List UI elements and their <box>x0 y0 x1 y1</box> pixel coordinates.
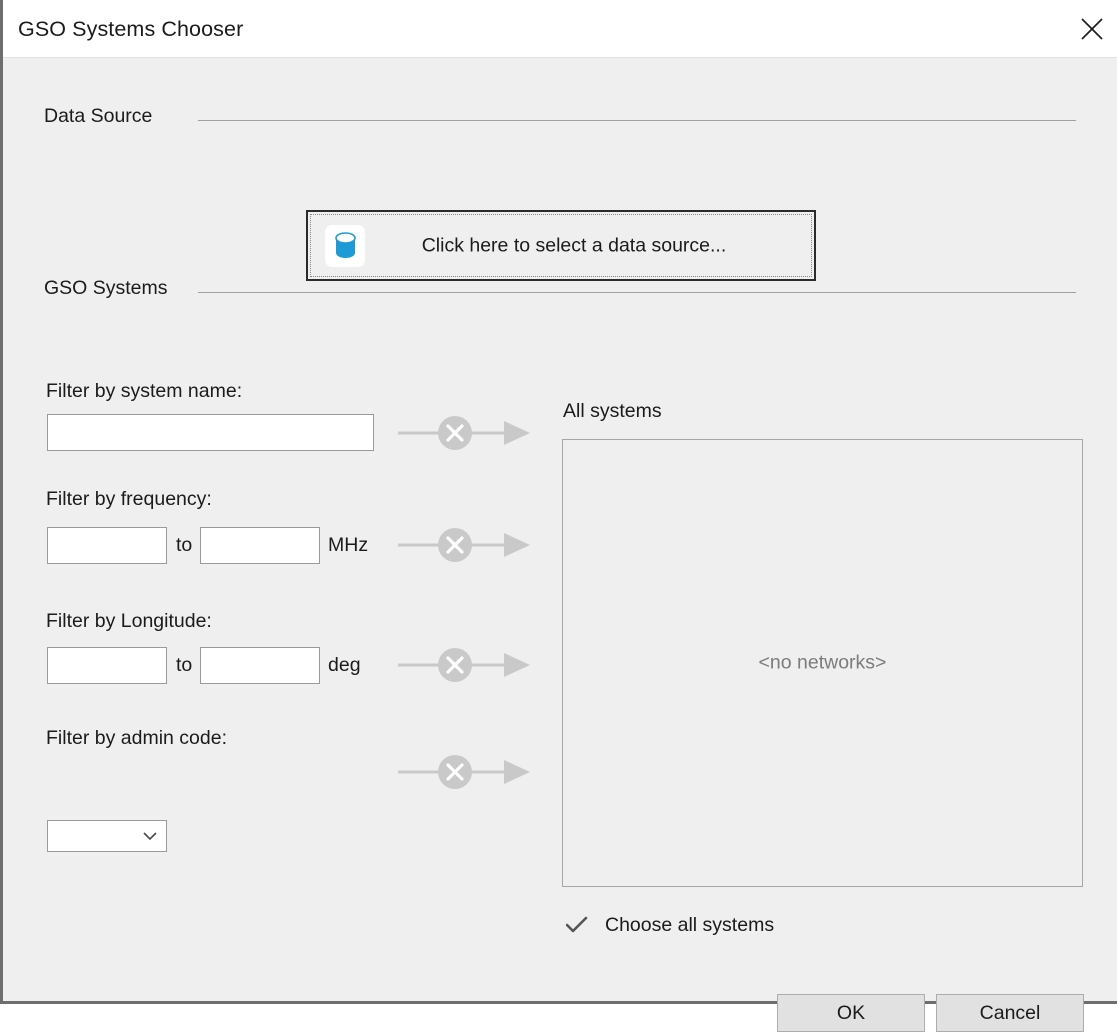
close-icon <box>1079 16 1105 42</box>
filter-longitude-from-input[interactable] <box>47 647 167 684</box>
filter-frequency-from-input[interactable] <box>47 527 167 564</box>
apply-filter-arrow-icon <box>398 413 531 453</box>
cancel-button[interactable]: Cancel <box>936 994 1084 1032</box>
dialog-window: GSO Systems Chooser Data Source Click he… <box>0 0 1117 1032</box>
dialog-body: Data Source Click here to select a data … <box>6 58 1117 1032</box>
apply-filter-longitude-button[interactable] <box>398 645 531 685</box>
chevron-down-icon <box>142 821 158 851</box>
filter-longitude-to-input[interactable] <box>200 647 320 684</box>
all-systems-listbox[interactable]: <no networks> <box>562 439 1083 887</box>
choose-all-systems-label: Choose all systems <box>605 913 775 936</box>
focus-ring: Click here to select a data source... <box>310 214 812 277</box>
apply-filter-system-name-button[interactable] <box>398 413 531 453</box>
close-button[interactable] <box>1063 0 1117 57</box>
ok-button[interactable]: OK <box>777 994 925 1032</box>
filter-admin-code-combo[interactable] <box>47 820 167 852</box>
apply-filter-arrow-icon <box>398 525 531 565</box>
group-rule-data-source <box>198 120 1076 121</box>
filter-longitude-label: Filter by Longitude: <box>46 610 212 632</box>
data-source-button[interactable]: Click here to select a data source... <box>306 210 816 281</box>
title-bar: GSO Systems Chooser <box>3 0 1117 58</box>
choose-all-systems-checkbox[interactable]: Choose all systems <box>566 909 774 941</box>
filter-longitude-to-label: to <box>176 654 193 676</box>
filter-frequency-to-label: to <box>176 534 193 556</box>
group-header-gso-systems: GSO Systems <box>44 277 168 299</box>
filter-frequency-unit: MHz <box>328 534 369 556</box>
filter-frequency-label: Filter by frequency: <box>46 488 212 510</box>
all-systems-label: All systems <box>563 400 662 422</box>
apply-filter-admin-code-button[interactable] <box>398 752 531 792</box>
checkmark-icon <box>566 916 592 934</box>
filter-admin-code-label: Filter by admin code: <box>46 727 227 749</box>
apply-filter-frequency-button[interactable] <box>398 525 531 565</box>
filter-system-name-label: Filter by system name: <box>46 380 243 402</box>
apply-filter-arrow-icon <box>398 752 531 792</box>
group-header-data-source: Data Source <box>44 105 153 127</box>
window-title: GSO Systems Chooser <box>18 17 244 41</box>
filter-system-name-input[interactable] <box>47 414 374 451</box>
apply-filter-arrow-icon <box>398 645 531 685</box>
group-rule-gso-systems <box>198 292 1076 293</box>
filter-frequency-to-input[interactable] <box>200 527 320 564</box>
empty-list-message: <no networks> <box>758 651 887 674</box>
data-source-button-label: Click here to select a data source... <box>421 234 727 256</box>
filter-longitude-unit: deg <box>328 654 361 676</box>
